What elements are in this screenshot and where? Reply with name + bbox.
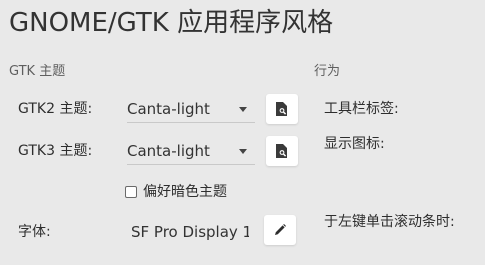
gtk2-theme-label: GTK2 主题: <box>18 101 93 117</box>
font-label: 字体: <box>18 224 51 240</box>
checkbox-box[interactable] <box>125 186 137 198</box>
gtk-section-title: GTK 主题 <box>9 64 66 79</box>
prefer-dark-theme-label: 偏好暗色主题 <box>143 184 227 200</box>
gtk3-theme-combobox[interactable]: Canta-light <box>127 138 255 165</box>
pencil-icon <box>275 224 286 235</box>
file-search-icon <box>276 102 287 116</box>
font-edit-button[interactable] <box>264 215 296 245</box>
gtk3-theme-label: GTK3 主题: <box>18 143 93 159</box>
left-click-scrollbar-label: 于左键单击滚动条时: <box>324 214 455 230</box>
gtk2-theme-browse-button[interactable] <box>266 94 298 124</box>
gtk2-theme-value: Canta-light <box>127 100 210 118</box>
show-icons-label: 显示图标: <box>324 136 385 152</box>
font-field: SF Pro Display 1 <box>127 219 249 245</box>
toolbar-labels-label: 工具栏标签: <box>324 101 399 117</box>
font-value: SF Pro Display 1 <box>131 223 249 241</box>
gtk3-theme-value: Canta-light <box>127 142 210 160</box>
gtk2-theme-combobox[interactable]: Canta-light <box>127 96 255 123</box>
dropdown-arrow-icon <box>239 149 247 154</box>
dropdown-arrow-icon <box>239 107 247 112</box>
behavior-section-title: 行为 <box>314 64 341 79</box>
file-search-icon <box>276 144 287 158</box>
prefer-dark-theme-checkbox[interactable]: 偏好暗色主题 <box>125 182 227 202</box>
gtk3-theme-browse-button[interactable] <box>266 136 298 166</box>
page-title: GNOME/GTK 应用程序风格 <box>9 8 334 38</box>
